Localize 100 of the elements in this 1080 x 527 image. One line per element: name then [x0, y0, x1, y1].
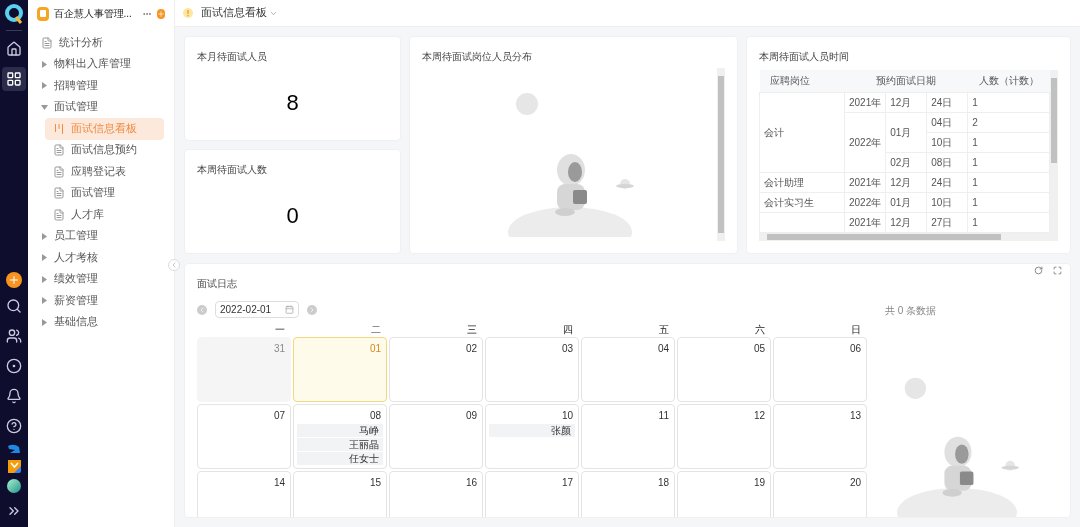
document-icon — [41, 36, 53, 49]
weekday-label: 四 — [563, 323, 573, 337]
table-cell: 27日 — [926, 212, 968, 232]
table-cell: 2021年 — [844, 212, 886, 232]
scrollbar[interactable] — [759, 232, 1050, 241]
calendar-day[interactable]: 08 马峥 王丽晶 任女士 — [293, 404, 387, 469]
rail-button[interactable] — [2, 67, 26, 91]
plus-icon — [8, 274, 20, 286]
add-button[interactable] — [6, 272, 22, 288]
calendar-event[interactable]: 任女士 — [297, 452, 383, 465]
calendar-day[interactable]: 02 — [389, 337, 483, 402]
calendar-day[interactable]: 12 — [677, 404, 771, 469]
calendar-day[interactable]: 04 — [581, 337, 675, 402]
record-count: 共 0 条数据 — [885, 304, 938, 318]
chevron-left-icon — [198, 305, 206, 314]
sidebar-item[interactable]: 人才考核 — [31, 247, 171, 269]
calendar-day[interactable]: 05 — [677, 337, 771, 402]
weekday-label: 日 — [851, 323, 861, 337]
table-cell: 1 — [967, 152, 1050, 172]
sidebar-item[interactable]: 招聘管理 — [31, 75, 171, 97]
stat-value: 8 — [286, 88, 299, 117]
calendar-day[interactable]: 14 — [197, 471, 291, 517]
sidebar-item[interactable]: 应聘登记表 — [45, 161, 164, 183]
refresh-icon[interactable] — [1034, 266, 1043, 275]
page-title-dropdown[interactable]: 面试信息看板 — [201, 5, 278, 21]
calendar-day[interactable]: 10 张颜 — [485, 404, 579, 469]
bell-icon — [6, 388, 22, 404]
app-name: 百企慧人事管理... — [53, 7, 132, 21]
table-cell: 02月 — [885, 152, 927, 172]
table-cell: 08日 — [926, 152, 968, 172]
help-icon — [6, 418, 22, 434]
table-cell: 1 — [967, 172, 1050, 192]
weekday-label: 五 — [659, 323, 669, 337]
calendar-day[interactable]: 11 — [581, 404, 675, 469]
calendar-day[interactable]: 07 — [197, 404, 291, 469]
sidebar-item[interactable]: 员工管理 — [31, 225, 171, 247]
table-cell: 会计实习生 — [759, 192, 845, 212]
table-cell: 12月 — [885, 172, 927, 192]
table-cell: 24日 — [926, 172, 968, 192]
weekday-label: 六 — [755, 323, 765, 337]
document-icon — [53, 208, 65, 221]
sidebar-item[interactable]: 面试管理 — [31, 96, 171, 118]
calendar-day[interactable]: 16 — [389, 471, 483, 517]
search-icon — [6, 298, 22, 314]
calendar-day[interactable]: 20 — [773, 471, 867, 517]
calendar-event[interactable]: 马峥 — [297, 424, 383, 437]
app-logo[interactable] — [5, 4, 23, 24]
calendar-day[interactable]: 09 — [389, 404, 483, 469]
plus-icon — [156, 9, 165, 18]
date-field[interactable]: 2022-02-01 — [215, 301, 299, 318]
table-cell: 12月 — [885, 92, 927, 112]
calendar-day[interactable]: 15 — [293, 471, 387, 517]
card-title: 本周待面试岗位人员分布 — [422, 50, 533, 64]
sidebar-item[interactable]: 面试信息预约 — [45, 139, 164, 161]
chevron-left-icon — [170, 261, 178, 269]
weekday-label: 三 — [467, 323, 477, 337]
table-cell: 1 — [967, 92, 1050, 112]
table-cell: 10日 — [926, 132, 968, 152]
app-icon — [37, 6, 49, 21]
table-cell: 2021年 — [844, 92, 886, 112]
column-header: 人数（计数） — [967, 70, 1050, 92]
table-cell: 10日 — [926, 192, 968, 212]
sidebar-item[interactable]: 绩效管理 — [31, 268, 171, 290]
table-cell: 04日 — [926, 112, 968, 132]
column-header: 预约面试日期 — [844, 70, 968, 92]
app-logo-icon[interactable] — [7, 444, 21, 454]
table-cell: 1 — [967, 192, 1050, 212]
scrollbar[interactable] — [1050, 70, 1058, 241]
document-icon — [53, 165, 65, 178]
calendar-event[interactable]: 张颜 — [489, 424, 575, 437]
table-cell: 12月 — [885, 212, 927, 232]
home-icon — [6, 41, 22, 57]
table-cell: 2 — [967, 112, 1050, 132]
calendar-day[interactable]: 18 — [581, 471, 675, 517]
sidebar-item[interactable]: 统计分析 — [31, 32, 171, 54]
calendar-day[interactable]: 06 — [773, 337, 867, 402]
column-header: 应聘岗位 — [759, 70, 845, 92]
sidebar-item[interactable]: 面试管理 — [45, 182, 164, 204]
calendar-day[interactable]: 03 — [485, 337, 579, 402]
card-title: 面试日志 — [197, 277, 238, 291]
sidebar-item[interactable]: 薪资管理 — [31, 290, 171, 312]
table-cell: 2022年 — [844, 192, 886, 212]
card-title: 本周待面试人员时间 — [759, 50, 850, 64]
avatar[interactable] — [7, 479, 21, 493]
weekday-label: 二 — [371, 323, 381, 337]
sidebar-item[interactable]: 物料出入库管理 — [31, 53, 171, 75]
sidebar-item[interactable]: 基础信息 — [31, 311, 171, 333]
calendar-icon — [285, 305, 294, 314]
table-cell: 1 — [967, 212, 1050, 232]
calendar-event[interactable]: 王丽晶 — [297, 438, 383, 451]
sidebar-item[interactable]: 人才库 — [45, 204, 164, 226]
table-cell: 1 — [967, 132, 1050, 152]
warning-icon — [183, 8, 193, 18]
table-cell: 2021年 — [844, 172, 886, 192]
calendar-day[interactable]: 13 — [773, 404, 867, 469]
calendar-day[interactable]: 19 — [677, 471, 771, 517]
scrollbar[interactable] — [717, 68, 725, 241]
calendar-day[interactable]: 17 — [485, 471, 579, 517]
app-tile-icon[interactable] — [7, 460, 21, 473]
document-icon — [53, 144, 65, 157]
